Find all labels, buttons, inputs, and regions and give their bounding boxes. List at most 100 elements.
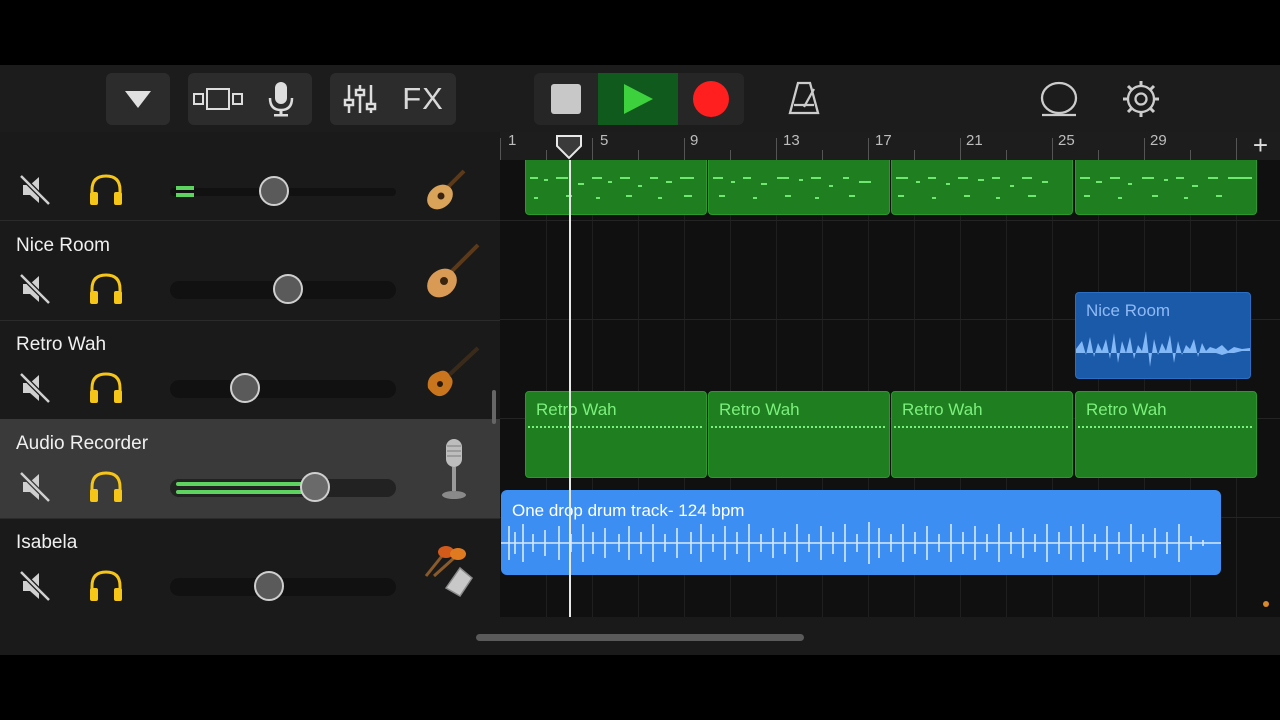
marker-dot (1263, 601, 1269, 607)
play-button[interactable] (598, 73, 678, 125)
volume-knob[interactable] (254, 571, 284, 601)
mute-button[interactable] (17, 370, 53, 411)
ruler-tick (592, 138, 593, 160)
play-icon (624, 84, 653, 114)
speaker-muted-icon (19, 273, 51, 305)
metronome-button[interactable] (784, 79, 824, 119)
playhead-handle-icon[interactable] (555, 134, 585, 160)
audio-region[interactable]: Nice Room (1075, 292, 1251, 379)
browser-toggle-button[interactable] (106, 73, 170, 125)
transport-controls (534, 73, 744, 125)
track-name: Nice Room (16, 235, 110, 256)
track-timeline[interactable]: Nice Room Retro Wah Retro Wah Retro Wah … (500, 160, 1280, 617)
ruler-tick (914, 150, 915, 160)
track-header[interactable]: Isabela (0, 518, 500, 617)
midi-region[interactable] (708, 160, 890, 215)
settings-button[interactable] (1120, 78, 1162, 120)
loop-browser-button[interactable] (1038, 79, 1080, 121)
volume-knob[interactable] (259, 176, 289, 206)
track-header[interactable]: Retro Wah (0, 320, 500, 420)
track-header[interactable] (0, 160, 500, 221)
region-label: Retro Wah (1086, 400, 1167, 419)
bar-number: 25 (1058, 132, 1075, 149)
bar-number: 21 (966, 132, 983, 149)
mute-button[interactable] (17, 271, 53, 312)
track-header[interactable]: Nice Room (0, 221, 500, 321)
mixer-sliders-icon (343, 85, 377, 113)
triangle-down-icon (125, 91, 151, 108)
input-button[interactable] (250, 80, 312, 118)
volume-slider[interactable] (170, 176, 396, 206)
midi-notes (530, 177, 694, 199)
record-icon (693, 81, 729, 117)
mixer-button[interactable] (330, 82, 390, 116)
midi-region[interactable] (525, 160, 707, 215)
ruler-tick (730, 150, 731, 160)
ruler-tick (1190, 150, 1191, 160)
solo-button[interactable] (87, 270, 125, 313)
midi-region[interactable]: Retro Wah (891, 391, 1073, 478)
ruler-tick (960, 138, 961, 160)
volume-knob[interactable] (273, 274, 303, 304)
stop-button[interactable] (534, 73, 598, 125)
bar-number: 5 (600, 132, 609, 149)
mute-button[interactable] (17, 568, 53, 609)
ruler-tick (500, 138, 501, 160)
bar-number: 13 (783, 132, 800, 149)
mute-button[interactable] (17, 172, 53, 213)
ruler-tick (822, 150, 823, 160)
midi-region[interactable] (1075, 160, 1257, 215)
solo-button[interactable] (87, 468, 125, 511)
loop-icon (1040, 81, 1078, 117)
grid-line (1236, 160, 1237, 617)
add-section-button[interactable]: + (1253, 130, 1268, 161)
solo-button[interactable] (87, 369, 125, 412)
midi-notes (1080, 177, 1252, 199)
volume-slider[interactable] (170, 274, 396, 304)
midi-region[interactable]: Retro Wah (525, 391, 707, 478)
headphones-icon (90, 273, 122, 304)
midi-notes (713, 177, 871, 199)
track-header-selected[interactable]: Audio Recorder (0, 419, 500, 519)
electric-guitar-icon (420, 342, 484, 411)
view-tools-group (188, 73, 312, 125)
fx-button[interactable]: FX (390, 81, 456, 117)
bar-ruler[interactable]: 1 5 9 13 17 21 25 29 + (500, 130, 1280, 161)
midi-region[interactable]: Retro Wah (708, 391, 890, 478)
tracks-view-icon (193, 88, 243, 110)
ruler-tick (546, 150, 547, 160)
solo-button[interactable] (87, 567, 125, 610)
horizontal-scrollbar[interactable] (476, 634, 804, 641)
volume-slider[interactable] (170, 373, 396, 403)
speaker-muted-icon (19, 372, 51, 404)
mute-button[interactable] (17, 469, 53, 510)
ruler-tick (1236, 138, 1237, 160)
volume-slider[interactable] (170, 571, 396, 601)
midi-region[interactable] (891, 160, 1073, 215)
midi-region[interactable]: Retro Wah (1075, 391, 1257, 478)
audio-region-selected[interactable]: One drop drum track- 124 bpm (501, 490, 1221, 575)
track-name: Retro Wah (16, 334, 107, 355)
region-label: Retro Wah (536, 400, 617, 419)
headphones-icon (90, 372, 122, 403)
lane-separator (500, 220, 1280, 221)
region-label: One drop drum track- 124 bpm (512, 501, 745, 520)
bar-number: 17 (875, 132, 892, 149)
volume-slider[interactable] (170, 472, 396, 502)
ruler-tick (1144, 138, 1145, 160)
region-label: Retro Wah (719, 400, 800, 419)
metronome-icon (788, 81, 820, 115)
speaker-muted-icon (19, 174, 51, 206)
playhead[interactable] (569, 160, 571, 617)
record-button[interactable] (678, 73, 744, 125)
solo-button[interactable] (87, 171, 125, 214)
speaker-muted-icon (19, 471, 51, 503)
volume-knob[interactable] (230, 373, 260, 403)
mix-tools-group: FX (330, 73, 456, 125)
ruler-tick (1098, 150, 1099, 160)
tracks-view-button[interactable] (188, 84, 250, 114)
microphone-icon (268, 82, 294, 117)
garageband-screen: FX 1 5 9 13 17 21 25 29 + Nice Room Retr… (0, 65, 1280, 655)
acoustic-guitar-icon (420, 167, 468, 220)
volume-knob[interactable] (300, 472, 330, 502)
